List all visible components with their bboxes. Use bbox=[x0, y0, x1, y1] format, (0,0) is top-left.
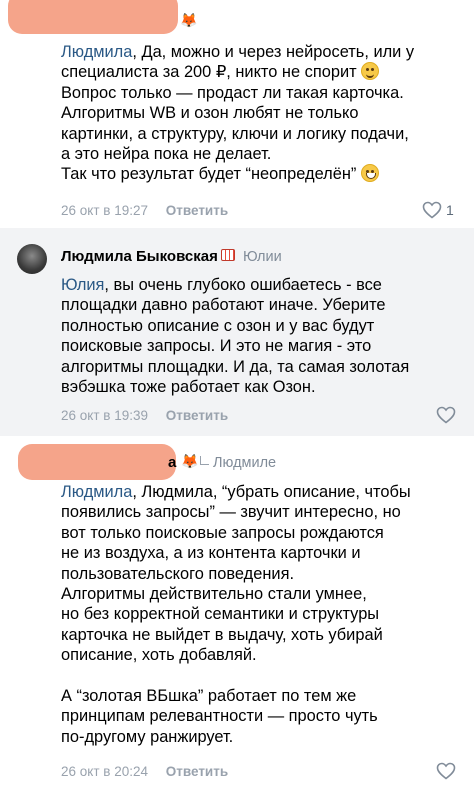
comment-meta: 26 окт в 19:39 Ответить bbox=[61, 408, 228, 423]
comment-meta: 26 окт в 19:27 Ответить bbox=[61, 203, 228, 218]
comment-author[interactable]: Людмила Быковская Юлии bbox=[61, 248, 282, 265]
redaction-mark bbox=[18, 444, 176, 480]
fox-emoji-icon: 🦊 bbox=[181, 453, 199, 469]
mention-link[interactable]: Юлия bbox=[61, 276, 104, 294]
redaction-mark bbox=[8, 0, 178, 34]
reply-to-link[interactable]: Юлии bbox=[243, 249, 282, 265]
heart-outline-icon[interactable] bbox=[422, 201, 442, 219]
comment-text: Людмила, Да, можно и через нейросеть, ил… bbox=[61, 43, 415, 184]
comment-2: Людмила Быковская Юлии Юлия, вы очень гл… bbox=[0, 228, 474, 436]
reply-button[interactable]: Ответить bbox=[166, 764, 228, 779]
grinning-emoji-icon bbox=[360, 164, 379, 183]
reply-arrow-icon bbox=[200, 456, 209, 465]
comment-3: а 🦊 Людмиле Людмила, Людмила, “убрать оп… bbox=[0, 436, 474, 800]
comment-meta: 26 окт в 20:24 Ответить bbox=[61, 764, 228, 779]
reply-button[interactable]: Ответить bbox=[166, 408, 228, 423]
comment-date: 26 окт в 20:24 bbox=[61, 764, 148, 779]
like-count: 1 bbox=[446, 202, 454, 218]
fox-emoji-icon: 🦊 bbox=[180, 12, 198, 28]
comment-text: Юлия, вы очень глубоко ошибаетесь - все … bbox=[61, 276, 410, 397]
heart-outline-icon[interactable] bbox=[436, 406, 456, 424]
avatar[interactable] bbox=[17, 244, 47, 274]
calendar-badge-icon bbox=[220, 249, 235, 261]
mention-link[interactable]: Людмила bbox=[61, 483, 132, 501]
mention-link[interactable]: Людмила bbox=[61, 43, 132, 61]
author-suffix: а bbox=[168, 454, 177, 471]
comment-date: 26 окт в 19:39 bbox=[61, 408, 148, 423]
reply-button[interactable]: Ответить bbox=[166, 203, 228, 218]
slightly-smiling-emoji-icon bbox=[361, 62, 380, 81]
comment-date: 26 окт в 19:27 bbox=[61, 203, 148, 218]
reply-to-link[interactable]: Людмиле bbox=[200, 455, 276, 471]
comment-text: Людмила, Людмила, “убрать описание, чтоб… bbox=[61, 483, 411, 746]
comment-1: 🦊 Людмила, Да, можно и через нейросеть, … bbox=[0, 0, 474, 228]
heart-outline-icon[interactable] bbox=[436, 762, 456, 780]
